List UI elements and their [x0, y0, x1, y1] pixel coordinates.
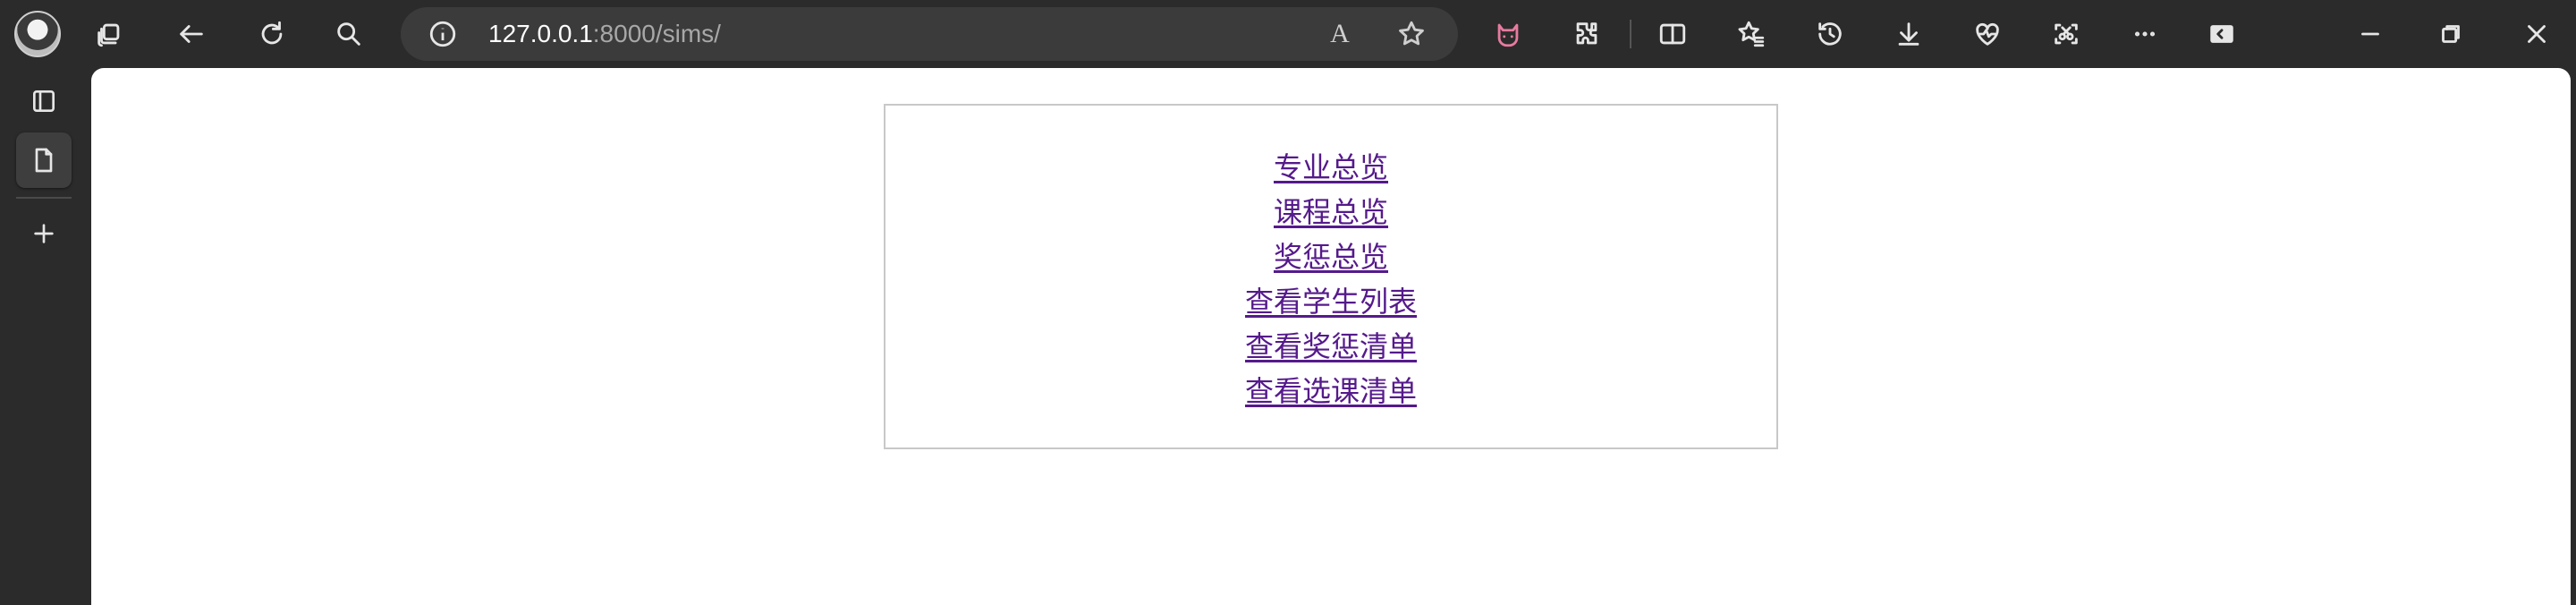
link-student-list[interactable]: 查看学生列表: [1245, 279, 1417, 324]
profile-avatar[interactable]: [14, 11, 61, 57]
search-icon[interactable]: [324, 9, 374, 59]
link-course-overview[interactable]: 课程总览: [1274, 190, 1388, 234]
workspaces-icon[interactable]: [84, 9, 134, 59]
read-aloud-label: A: [1330, 19, 1350, 48]
link-course-selection-list[interactable]: 查看选课清单: [1245, 369, 1417, 413]
address-bar[interactable]: 127.0.0.1:8000/sims/ A: [401, 7, 1458, 61]
rail-divider: [16, 197, 72, 199]
browser-essentials-icon[interactable]: [1962, 9, 2012, 59]
downloads-icon[interactable]: [1884, 9, 1934, 59]
link-major-overview[interactable]: 专业总览: [1274, 145, 1388, 190]
history-icon[interactable]: [1805, 9, 1855, 59]
site-info-icon[interactable]: [428, 19, 458, 49]
restore-icon[interactable]: [2426, 9, 2476, 59]
url-path: :8000/sims/: [592, 20, 721, 47]
close-icon[interactable]: [2512, 9, 2562, 59]
toolbar-divider: [1630, 20, 1631, 48]
refresh-icon[interactable]: [247, 9, 297, 59]
page-viewport: 专业总览 课程总览 奖惩总览 查看学生列表 查看奖惩清单 查看选课清单: [91, 68, 2571, 605]
minimize-icon[interactable]: [2345, 9, 2395, 59]
url-host: 127.0.0.1: [488, 20, 593, 47]
cat-extension-icon[interactable]: [1483, 9, 1533, 59]
page-tab-icon[interactable]: [16, 132, 72, 188]
vertical-tabs-rail: [0, 66, 91, 605]
extensions-icon[interactable]: [1562, 9, 1612, 59]
read-aloud-icon[interactable]: A: [1322, 16, 1358, 52]
new-tab-icon[interactable]: [16, 206, 72, 261]
navigation-box: 专业总览 课程总览 奖惩总览 查看学生列表 查看奖惩清单 查看选课清单: [884, 104, 1778, 449]
browser-toolbar: 127.0.0.1:8000/sims/ A: [0, 0, 2576, 66]
back-icon[interactable]: [166, 9, 216, 59]
favorites-icon[interactable]: [1726, 9, 1776, 59]
url-text[interactable]: 127.0.0.1:8000/sims/: [488, 7, 721, 61]
tab-actions-icon[interactable]: [16, 73, 72, 129]
split-screen-icon[interactable]: [1648, 9, 1698, 59]
sidebar-icon[interactable]: [2197, 9, 2247, 59]
screenshot-icon[interactable]: [2041, 9, 2091, 59]
link-reward-punishment-list[interactable]: 查看奖惩清单: [1245, 324, 1417, 369]
favorite-star-icon[interactable]: [1394, 16, 1429, 52]
link-reward-punishment-overview[interactable]: 奖惩总览: [1274, 234, 1388, 279]
more-icon[interactable]: [2120, 9, 2170, 59]
